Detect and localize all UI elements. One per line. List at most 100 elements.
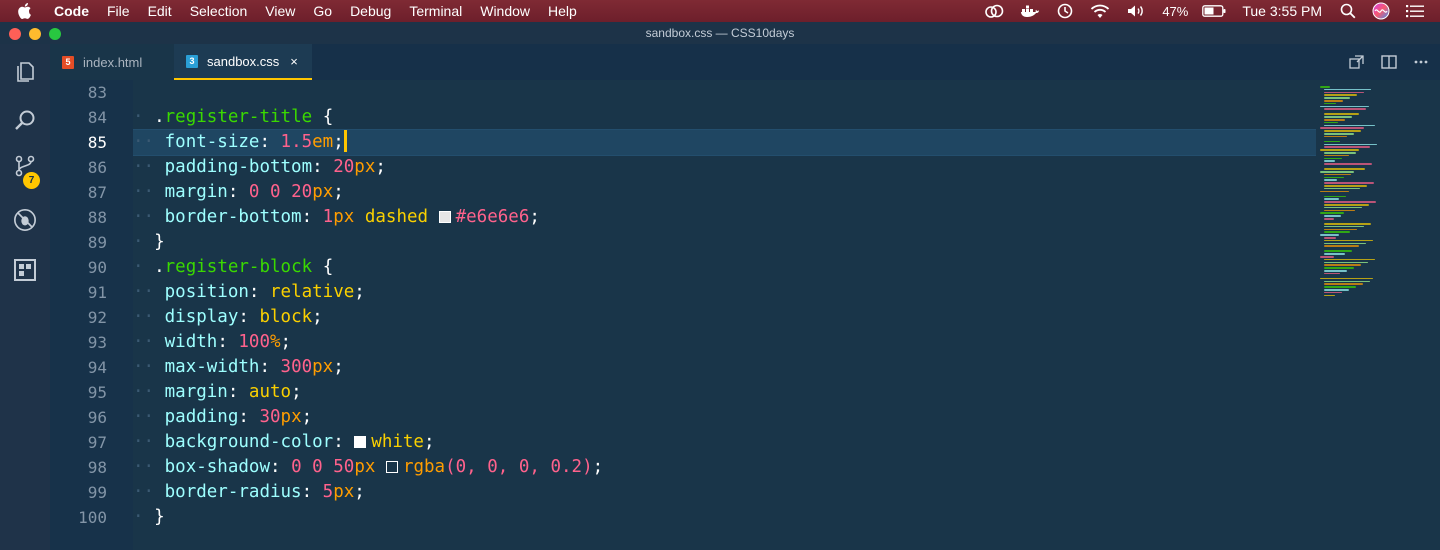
minimap-line bbox=[1324, 237, 1336, 239]
apple-logo-icon[interactable] bbox=[18, 3, 40, 19]
menu-terminal[interactable]: Terminal bbox=[409, 0, 462, 22]
colon: : bbox=[301, 482, 323, 502]
menu-edit[interactable]: Edit bbox=[148, 0, 172, 22]
color-swatch bbox=[385, 461, 398, 473]
code-line[interactable]: · .register-title { bbox=[133, 105, 1316, 130]
code-line[interactable]: · } bbox=[133, 230, 1316, 255]
tab-label: sandbox.css bbox=[207, 53, 280, 69]
line-number: 97 bbox=[87, 433, 107, 452]
minimap-line bbox=[1324, 187, 1360, 190]
brace: } bbox=[154, 232, 165, 252]
window-zoom-button[interactable] bbox=[49, 28, 61, 40]
minimap-line bbox=[1324, 91, 1364, 94]
menu-file[interactable]: File bbox=[107, 0, 130, 22]
search-icon[interactable] bbox=[13, 108, 37, 132]
battery-icon[interactable] bbox=[1202, 5, 1226, 17]
color-swatch bbox=[354, 436, 367, 448]
siri-icon[interactable] bbox=[1372, 2, 1390, 20]
code-line[interactable]: ·· max-width: 300px; bbox=[133, 355, 1316, 380]
code-line[interactable]: ·· margin: 0 0 20px; bbox=[133, 180, 1316, 205]
indent-guide: ·· bbox=[133, 132, 155, 152]
code-line[interactable]: ·· box-shadow: 0 0 50px rgba(0, 0, 0, 0.… bbox=[133, 455, 1316, 480]
css-property: margin bbox=[164, 382, 228, 402]
window-title: sandbox.css — CSS10days bbox=[645, 26, 795, 40]
indent-guide: ·· bbox=[133, 382, 155, 402]
menu-go[interactable]: Go bbox=[313, 0, 332, 22]
menu-window[interactable]: Window bbox=[480, 0, 530, 22]
spotlight-search-icon[interactable] bbox=[1340, 3, 1356, 19]
window-close-button[interactable] bbox=[9, 28, 21, 40]
css-unit: px bbox=[280, 407, 302, 427]
minimap[interactable] bbox=[1316, 80, 1440, 550]
split-editor-icon[interactable] bbox=[1380, 53, 1398, 71]
code-line[interactable]: ·· padding-bottom: 20px; bbox=[133, 155, 1316, 180]
code-line[interactable]: ·· width: 100%; bbox=[133, 330, 1316, 355]
indent-guide: · bbox=[133, 257, 144, 277]
css-property: margin bbox=[164, 182, 228, 202]
debug-icon[interactable] bbox=[13, 208, 37, 232]
code-line[interactable]: ·· position: relative; bbox=[133, 280, 1316, 305]
brace: { bbox=[312, 257, 334, 277]
code-line[interactable]: · } bbox=[133, 505, 1316, 530]
menu-debug[interactable]: Debug bbox=[350, 0, 391, 22]
window-minimize-button[interactable] bbox=[29, 28, 41, 40]
colon: : bbox=[248, 282, 270, 302]
docker-icon[interactable] bbox=[1020, 4, 1040, 18]
menu-clock[interactable]: Tue 3:55 PM bbox=[1242, 3, 1322, 19]
tab-close-icon[interactable]: × bbox=[290, 54, 298, 69]
code-line[interactable]: ·· margin: auto; bbox=[133, 380, 1316, 405]
more-actions-icon[interactable] bbox=[1412, 53, 1430, 71]
line-number: 100 bbox=[78, 508, 107, 527]
code-editor[interactable]: 83 84 85 86 87 88 89 90 91 92 93 94 95 96 97 98 99 100 · … bbox=[50, 80, 1440, 550]
minimap-line bbox=[1320, 86, 1330, 88]
code-line[interactable]: ·· background-color: white; bbox=[133, 430, 1316, 455]
extensions-icon[interactable] bbox=[13, 258, 37, 282]
time-machine-icon[interactable] bbox=[1056, 3, 1074, 19]
code-line[interactable] bbox=[133, 80, 1316, 105]
colon: : bbox=[217, 332, 239, 352]
menu-app-name[interactable]: Code bbox=[54, 0, 89, 22]
code-line[interactable]: ·· border-bottom: 1px dashed #e6e6e6; bbox=[133, 205, 1316, 230]
css-property: padding bbox=[164, 407, 239, 427]
creative-cloud-icon[interactable] bbox=[984, 4, 1004, 18]
css-property: position bbox=[164, 282, 249, 302]
minimap-line bbox=[1324, 245, 1359, 247]
minimap-line bbox=[1324, 160, 1335, 162]
tab-label: index.html bbox=[83, 54, 143, 70]
editor-actions bbox=[1334, 44, 1430, 80]
editor-tab-bar: 5 index.html 3 sandbox.css × bbox=[50, 44, 1440, 80]
code-line[interactable]: · .register-block { bbox=[133, 255, 1316, 280]
semicolon: ; bbox=[333, 182, 344, 202]
minimap-line bbox=[1324, 168, 1365, 170]
notification-center-icon[interactable] bbox=[1406, 4, 1424, 18]
explorer-files-icon[interactable] bbox=[13, 60, 37, 84]
minimap-line bbox=[1324, 228, 1357, 231]
css-number: 20 bbox=[333, 157, 355, 177]
open-changes-icon[interactable] bbox=[1348, 53, 1366, 71]
minimap-line bbox=[1324, 291, 1342, 294]
css-property: width bbox=[164, 332, 218, 352]
volume-icon[interactable] bbox=[1126, 4, 1146, 18]
minimap-line bbox=[1324, 253, 1345, 255]
tab-index-html[interactable]: 5 index.html bbox=[50, 44, 174, 80]
code-line[interactable]: ·· padding: 30px; bbox=[133, 405, 1316, 430]
minimap-line bbox=[1324, 163, 1372, 165]
tab-sandbox-css[interactable]: 3 sandbox.css × bbox=[174, 44, 312, 80]
code-line[interactable]: ·· border-radius: 5px; bbox=[133, 480, 1316, 505]
code-line[interactable]: ·· font-size: 1.5em; bbox=[133, 130, 1316, 155]
menu-view[interactable]: View bbox=[265, 0, 295, 22]
code-text-area[interactable]: · .register-title {·· font-size: 1.5em; ·… bbox=[133, 80, 1316, 550]
minimap-line bbox=[1324, 272, 1340, 275]
code-line[interactable]: ·· display: block; bbox=[133, 305, 1316, 330]
minimap-line bbox=[1320, 149, 1359, 151]
menu-selection[interactable]: Selection bbox=[190, 0, 248, 22]
wifi-icon[interactable] bbox=[1090, 4, 1110, 19]
colon: : bbox=[227, 182, 249, 202]
line-number: 91 bbox=[87, 283, 107, 302]
menu-help[interactable]: Help bbox=[548, 0, 577, 22]
